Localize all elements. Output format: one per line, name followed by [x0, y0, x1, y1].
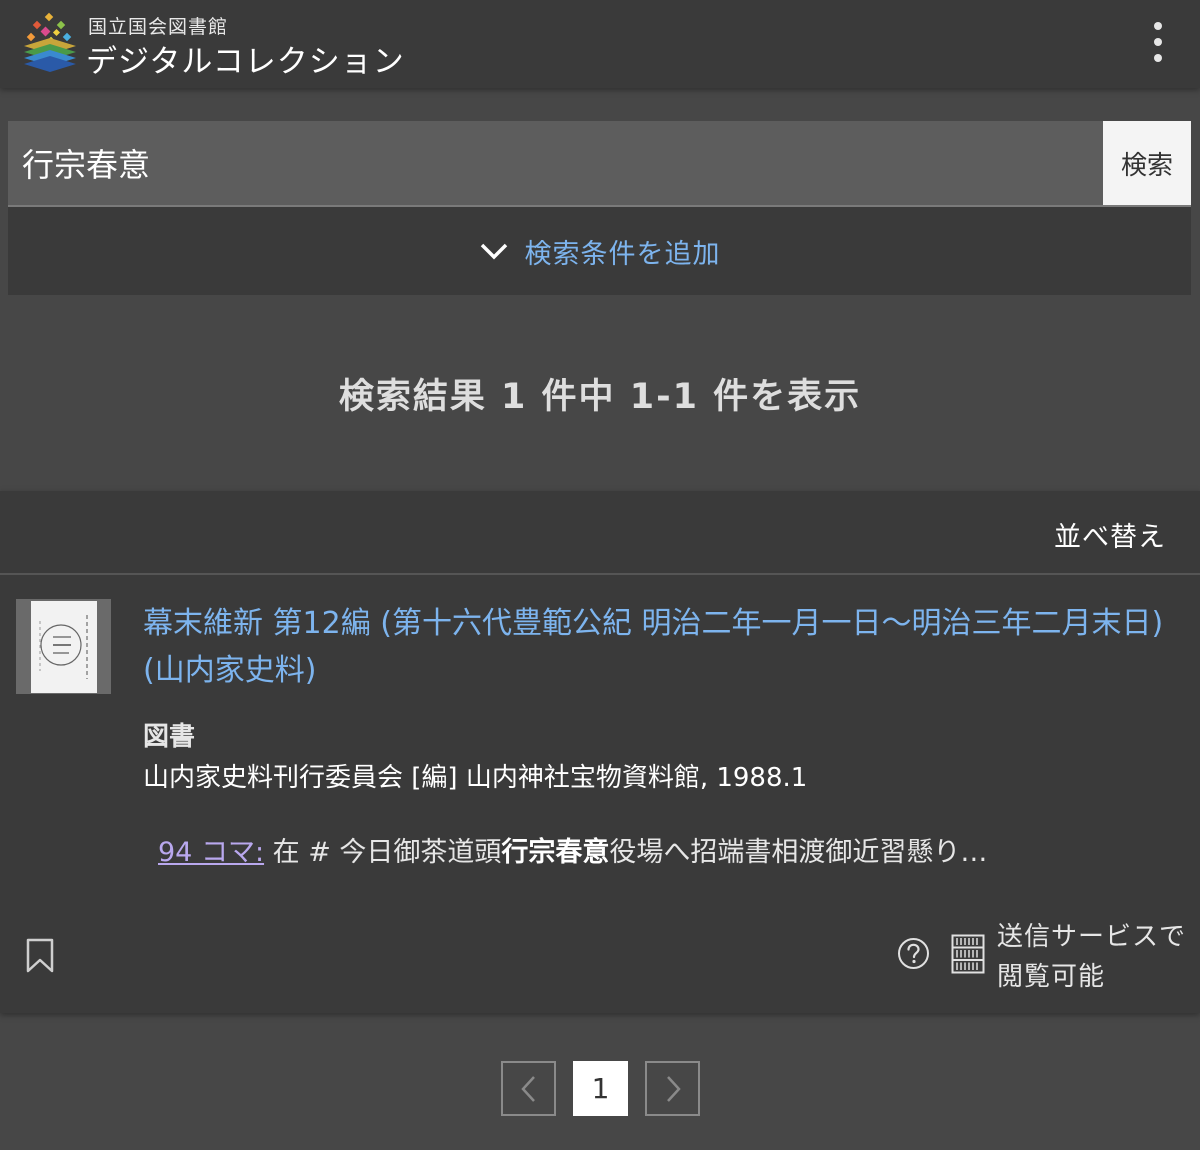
item-meta: 山内家史料刊行委員会 [編] 山内神社宝物資料館, 1988.1 [143, 763, 808, 793]
help-icon[interactable] [897, 937, 930, 970]
more-menu-icon[interactable] [1146, 22, 1170, 62]
app-name[interactable]: デジタルコレクション [86, 36, 405, 81]
next-page-button[interactable] [645, 1061, 700, 1116]
chevron-right-icon [666, 1075, 681, 1102]
search-button[interactable]: 検索 [1103, 121, 1191, 205]
prev-page-button[interactable] [501, 1061, 556, 1116]
service-label-line2: 閲覧可能 [997, 962, 1106, 992]
search-bar: 検索 [8, 121, 1191, 207]
book-cover-icon [39, 614, 88, 679]
item-type: 図書 [143, 722, 196, 752]
service-availability-label: 送信サービスで 閲覧可能 [997, 917, 1186, 997]
chevron-down-icon [480, 243, 507, 260]
snippet-highlight: 行宗春意 [501, 837, 610, 868]
result-summary: 検索結果 1 件中 1-1 件を表示 [338, 377, 862, 417]
digital-transmission-service-icon [951, 934, 985, 974]
service-label-line1: 送信サービスで [997, 922, 1187, 952]
page-number-current[interactable]: 1 [573, 1061, 628, 1116]
pagination: 1 [501, 1061, 700, 1116]
ndl-logo-icon[interactable] [20, 12, 80, 74]
kebab-dot [1154, 38, 1162, 46]
add-condition-label: 検索条件を追加 [524, 238, 721, 270]
app-header: 国立国会図書館 デジタルコレクション [0, 0, 1200, 88]
snippet-text-after: 役場へ招端書相渡御近習懸り… [609, 837, 988, 868]
search-input[interactable] [8, 121, 1103, 205]
sort-row: 並べ替え [0, 491, 1200, 575]
thumbnail-image [30, 600, 97, 693]
item-title-link[interactable]: 幕末維新 第12編 (第十六代豊範公紀 明治二年一月一日～明治三年二月末日) (… [143, 600, 1188, 694]
snippet-page-link[interactable]: 94 コマ: [158, 837, 264, 868]
snippet-text-before: 在 # 今日御茶道頭 [264, 837, 502, 868]
kebab-dot [1154, 22, 1162, 30]
add-search-condition-button[interactable]: 検索条件を追加 [8, 207, 1191, 295]
org-name: 国立国会図書館 [88, 16, 229, 38]
kebab-dot [1154, 54, 1162, 62]
bookmark-icon[interactable] [25, 938, 55, 974]
sort-button[interactable]: 並べ替え [1054, 515, 1166, 554]
item-snippet: 94 コマ: 在 # 今日御茶道頭行宗春意役場へ招端書相渡御近習懸り… [158, 830, 987, 869]
chevron-left-icon [520, 1075, 535, 1102]
item-thumbnail[interactable] [16, 599, 111, 694]
